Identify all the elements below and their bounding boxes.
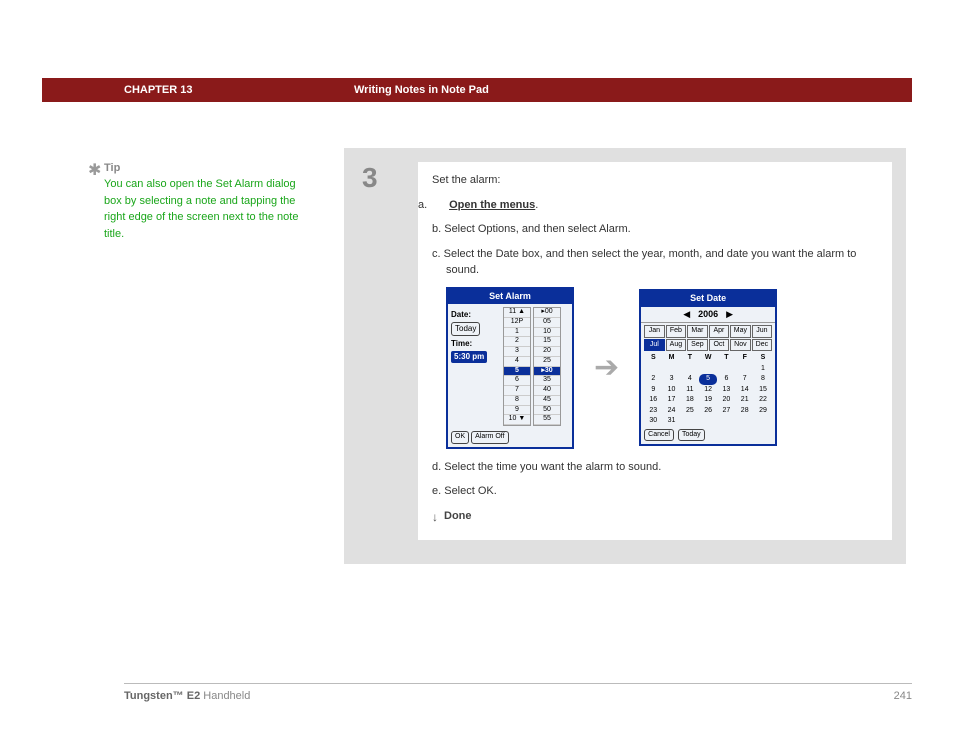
set-date-dialog: Set Date ◀ 2006 ▶ JanFebMarAprMayJunJulA… <box>639 289 777 446</box>
step-intro: Set the alarm: <box>432 172 878 189</box>
minute-column[interactable]: ▸000510152025▸303540455055 <box>533 307 561 426</box>
ok-button[interactable]: OK <box>451 431 469 444</box>
set-alarm-dialog: Set Alarm Date: Today Time: 5:30 pm 11 ▲… <box>446 287 574 449</box>
day-grid[interactable]: 1234567891011121314151617181920212223242… <box>644 364 772 427</box>
step-body: Set the alarm: a. Open the menus. b. Sel… <box>418 162 892 540</box>
alarm-off-button[interactable]: Alarm Off <box>471 431 508 444</box>
date-label: Date: <box>451 309 501 321</box>
asterisk-icon: ✱ <box>88 160 101 180</box>
step-c: c. Select the Date box, and then select … <box>446 246 878 279</box>
today-button[interactable]: Today <box>678 429 705 442</box>
time-value[interactable]: 5:30 pm <box>451 351 487 363</box>
tip-sidebar: ✱ Tip You can also open the Set Alarm di… <box>104 162 299 242</box>
done-row: ↓ Done <box>432 508 878 526</box>
date-selector[interactable]: Today <box>451 322 480 336</box>
time-label: Time: <box>451 338 501 350</box>
tip-label: Tip <box>104 162 299 174</box>
step-d: d. Select the time you want the alarm to… <box>446 459 878 476</box>
done-label: Done <box>444 508 472 525</box>
year-next-button[interactable]: ▶ <box>726 308 733 322</box>
open-menus-link[interactable]: Open the menus <box>449 199 535 211</box>
year-prev-button[interactable]: ◀ <box>683 308 690 322</box>
step-number: 3 <box>358 162 418 194</box>
page-number: 241 <box>894 690 912 702</box>
day-of-week-row: SMTWTFS <box>644 353 772 364</box>
done-arrow-icon: ↓ <box>432 508 438 526</box>
cancel-button[interactable]: Cancel <box>644 429 674 442</box>
page-footer: Tungsten™ E2 Handheld 241 <box>124 683 912 702</box>
set-alarm-title: Set Alarm <box>448 289 572 305</box>
step-panel: 3 Set the alarm: a. Open the menus. b. S… <box>344 148 906 564</box>
page-header: CHAPTER 13 Writing Notes in Note Pad <box>42 78 912 102</box>
product-name: Tungsten™ E2 Handheld <box>124 690 250 702</box>
set-date-title: Set Date <box>641 291 775 307</box>
year-value: 2006 <box>698 308 718 322</box>
section-title: Writing Notes in Note Pad <box>354 84 489 96</box>
hour-column[interactable]: 11 ▲12P12345678910 ▼ <box>503 307 531 426</box>
step-e: e. Select OK. <box>446 483 878 500</box>
screenshot-row: Set Alarm Date: Today Time: 5:30 pm 11 ▲… <box>446 287 878 449</box>
month-grid[interactable]: JanFebMarAprMayJunJulAugSepOctNovDec <box>644 325 772 351</box>
chapter-label: CHAPTER 13 <box>124 84 344 96</box>
tip-text: You can also open the Set Alarm dialog b… <box>104 176 299 242</box>
arrow-right-icon: ➔ <box>594 345 619 390</box>
step-a: a. Open the menus. <box>446 197 878 214</box>
step-b: b. Select Options, and then select Alarm… <box>446 221 878 238</box>
